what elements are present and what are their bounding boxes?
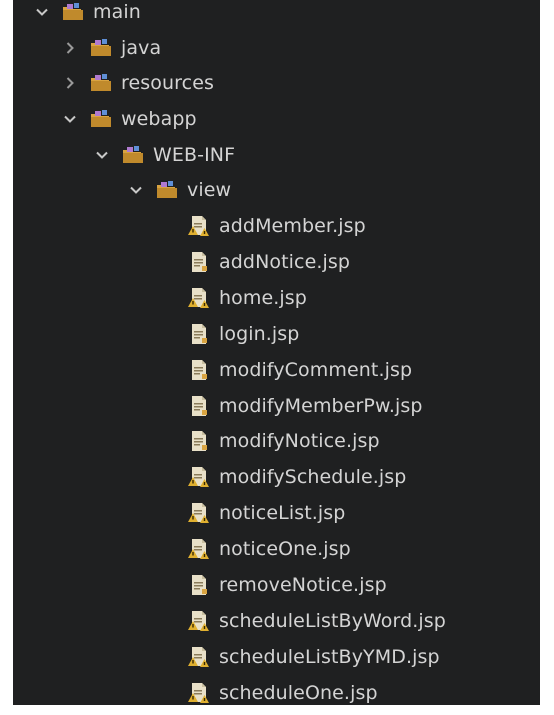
package-folder-icon [89,36,113,60]
file-label: addNotice.jsp [219,251,351,273]
file-label: modifyMemberPw.jsp [219,395,423,417]
tree-item-file[interactable]: removeNotice.jsp [187,568,387,602]
file-label: scheduleOne.jsp [219,682,378,704]
tree-item-file[interactable]: home.jsp [187,281,307,315]
jsp-file-warning-icon [187,609,211,633]
tree-item-file[interactable]: modifySchedule.jsp [187,460,406,494]
package-folder-icon [155,178,179,202]
chevron-down-icon[interactable] [33,3,51,21]
tree-item-file[interactable]: scheduleListByYMD.jsp [187,640,440,674]
jsp-file-icon [187,358,211,382]
jsp-file-warning-icon [187,501,211,525]
jsp-file-icon [187,573,211,597]
file-label: addMember.jsp [219,215,366,237]
file-label: scheduleListByYMD.jsp [219,646,440,668]
chevron-down-icon[interactable] [93,146,111,164]
tree-item-file[interactable]: modifyMemberPw.jsp [187,389,423,423]
jsp-file-warning-icon [187,286,211,310]
jsp-file-warning-icon [187,537,211,561]
chevron-down-icon[interactable] [127,181,145,199]
tree-item-file[interactable]: modifyComment.jsp [187,353,412,387]
file-label: noticeList.jsp [219,502,346,524]
jsp-file-warning-icon [187,465,211,489]
chevron-right-icon[interactable] [61,39,79,57]
tree-item-file[interactable]: addNotice.jsp [187,245,350,279]
jsp-file-icon [187,429,211,453]
tree-item-file[interactable]: noticeOne.jsp [187,532,351,566]
tree-item-file[interactable]: modifyNotice.jsp [187,424,380,458]
file-label: modifyComment.jsp [219,359,413,381]
file-label: scheduleListByWord.jsp [219,610,446,632]
file-label: noticeOne.jsp [219,538,351,560]
jsp-file-icon [187,322,211,346]
tree-item-web-inf[interactable]: WEB-INF [93,138,235,172]
package-folder-icon [121,143,145,167]
file-label: login.jsp [219,323,300,345]
package-folder-icon [89,71,113,95]
tree-item-file[interactable]: login.jsp [187,317,299,351]
tree-item-resources[interactable]: resources [61,66,214,100]
jsp-file-icon [187,394,211,418]
package-folder-icon [61,0,85,24]
tree-item-webapp[interactable]: webapp [61,102,197,136]
tree-item-file[interactable]: scheduleOne.jsp [187,676,378,705]
file-label: modifySchedule.jsp [219,466,407,488]
tree-item-view[interactable]: view [127,173,231,207]
file-label: modifyNotice.jsp [219,430,380,452]
jsp-file-warning-icon [187,214,211,238]
chevron-down-icon[interactable] [61,110,79,128]
chevron-right-icon[interactable] [61,74,79,92]
tree-item-file[interactable]: addMember.jsp [187,209,366,243]
jsp-file-warning-icon [187,645,211,669]
tree-item-file[interactable]: noticeList.jsp [187,496,345,530]
file-label: home.jsp [219,287,307,309]
project-explorer-tree: main java resources webapp WEB-INF view … [13,0,540,705]
package-folder-icon [89,107,113,131]
tree-item-java[interactable]: java [61,31,161,65]
tree-item-label: java [121,37,162,59]
tree-item-file[interactable]: scheduleListByWord.jsp [187,604,446,638]
tree-item-label: main [93,1,141,23]
jsp-file-icon [187,250,211,274]
file-label: removeNotice.jsp [219,574,387,596]
tree-item-label: view [187,179,232,201]
tree-item-label: resources [121,72,214,94]
tree-item-label: WEB-INF [153,144,236,166]
tree-item-main[interactable]: main [33,0,141,29]
tree-item-label: webapp [121,108,197,130]
jsp-file-warning-icon [187,681,211,705]
